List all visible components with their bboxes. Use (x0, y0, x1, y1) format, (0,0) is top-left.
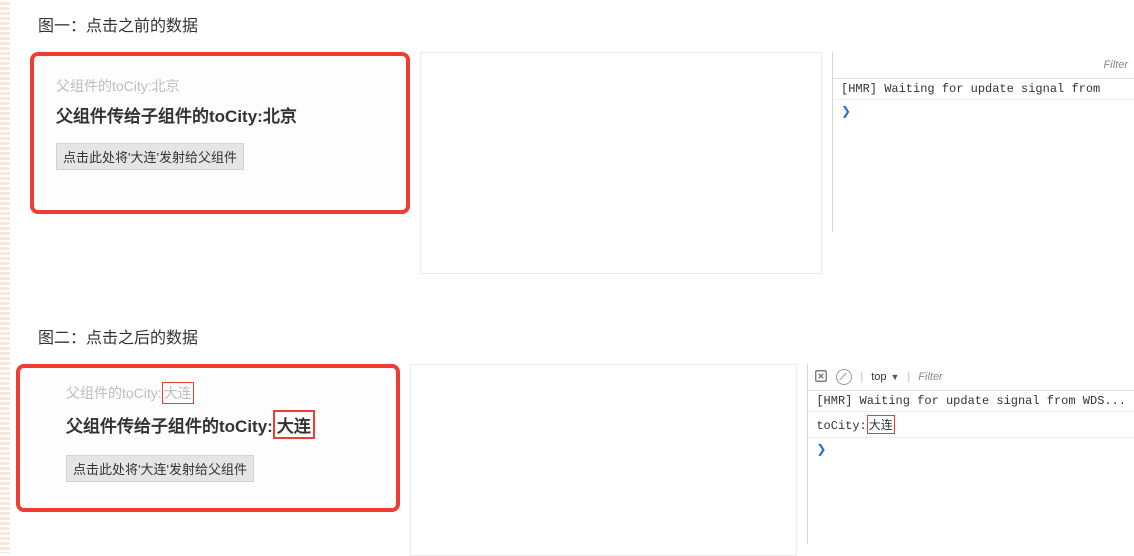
child-city-prefix: 父组件传给子组件的toCity: (66, 417, 273, 436)
console-prompt-icon[interactable]: ❯ (833, 100, 1134, 123)
filter-label[interactable]: Filter (1104, 59, 1128, 71)
console-log-line: [HMR] Waiting for update signal from (833, 79, 1134, 100)
chevron-down-icon: ▼ (891, 372, 900, 382)
filter-label[interactable]: Filter (918, 371, 942, 383)
figure1-row: 父组件的toCity:北京 父组件传给子组件的toCity:北京 点击此处将'大… (30, 52, 1134, 274)
parent-city-prefix: 父组件的toCity: (66, 385, 162, 401)
context-select-label: top (871, 371, 886, 383)
clear-console-icon[interactable] (836, 369, 852, 385)
parent-city-highlight: 大连 (162, 382, 194, 404)
emit-city-button[interactable]: 点击此处将'大连'发射给父组件 (66, 455, 254, 482)
page-ruler-edge (0, 0, 10, 553)
figure2-row: 父组件的toCity:大连 父组件传给子组件的toCity:大连 点击此处将'大… (30, 364, 1134, 556)
console-prompt-icon[interactable]: ❯ (808, 438, 1134, 461)
figure1-preview: 父组件的toCity:北京 父组件传给子组件的toCity:北京 点击此处将'大… (30, 52, 410, 214)
child-city-text: 父组件传给子组件的toCity:北京 (56, 102, 384, 127)
child-city-highlight: 大连 (273, 410, 315, 439)
divider: | (860, 371, 863, 383)
devtools-panel: Filter [HMR] Waiting for update signal f… (832, 52, 1134, 232)
spacer-panel (410, 364, 798, 556)
console-log-line: toCity:大连 (808, 412, 1134, 438)
devtools-toolbar: | top ▼ | Filter (808, 364, 1134, 391)
inspect-icon[interactable] (814, 369, 828, 386)
parent-city-text: 父组件的toCity:北京 (56, 76, 384, 96)
devtools-panel: | top ▼ | Filter [HMR] Waiting for update… (807, 364, 1134, 544)
parent-city-text: 父组件的toCity:大连 (66, 382, 376, 404)
divider: | (907, 371, 910, 383)
figure2-preview: 父组件的toCity:大连 父组件传给子组件的toCity:大连 点击此处将'大… (16, 364, 400, 512)
figure2-title: 图二：点击之后的数据 (38, 324, 1134, 348)
console-log-prefix: toCity: (816, 419, 866, 433)
emit-city-button[interactable]: 点击此处将'大连'发射给父组件 (56, 143, 244, 170)
devtools-toolbar: Filter (833, 52, 1134, 79)
console-log-highlight: 大连 (867, 415, 895, 434)
child-city-text: 父组件传给子组件的toCity:大连 (66, 410, 376, 439)
spacer-panel (420, 52, 822, 274)
figure1-title: 图一：点击之前的数据 (38, 12, 1134, 36)
context-select[interactable]: top ▼ (871, 371, 899, 383)
console-log-line: [HMR] Waiting for update signal from WDS… (808, 391, 1134, 412)
